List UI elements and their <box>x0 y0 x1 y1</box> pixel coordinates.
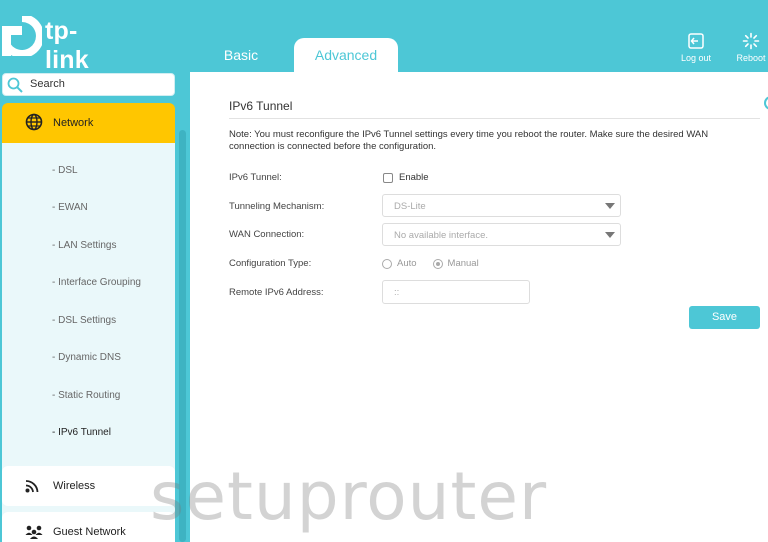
globe-icon <box>25 113 43 131</box>
save-button[interactable]: Save <box>689 306 760 329</box>
sidebar-item-label: Guest Network <box>53 526 126 538</box>
remote-ipv6-label: Remote IPv6 Address: <box>229 287 324 298</box>
configuration-type-label: Configuration Type: <box>229 258 312 269</box>
reboot-label: Reboot <box>736 53 766 63</box>
sidebar-item-ewan[interactable]: - EWAN <box>52 202 88 213</box>
tab-basic[interactable]: Basic <box>200 38 282 72</box>
tp-link-logo[interactable]: tp-link <box>2 16 112 74</box>
sidebar-item-label: Network <box>53 117 94 129</box>
logout-button[interactable]: Log out <box>673 32 719 63</box>
reboot-button[interactable]: Reboot <box>728 32 768 63</box>
sidebar-item-interface-grouping[interactable]: - Interface Grouping <box>52 277 141 288</box>
remote-ipv6-input[interactable]: :: <box>382 280 530 304</box>
sidebar-item-dsl[interactable]: - DSL <box>52 165 78 176</box>
search-placeholder: Search <box>30 78 65 90</box>
auto-label: Auto <box>397 258 417 269</box>
wifi-icon <box>25 480 39 493</box>
page-title: IPv6 Tunnel <box>229 99 293 113</box>
sidebar-item-label: Wireless <box>53 480 96 492</box>
wan-connection-value: No available interface. <box>394 230 488 241</box>
sidebar-item-network[interactable]: Network <box>2 103 175 143</box>
manual-label: Manual <box>447 258 479 269</box>
chevron-down-icon <box>605 203 615 209</box>
logout-label: Log out <box>680 53 712 63</box>
search-icon <box>7 77 23 93</box>
sidebar-item-dynamic-dns[interactable]: - Dynamic DNS <box>52 352 121 363</box>
manual-radio[interactable] <box>432 258 443 269</box>
note-text: Note: You must reconfigure the IPv6 Tunn… <box>229 129 709 152</box>
checkbox-icon <box>383 172 393 183</box>
chevron-down-icon <box>605 232 615 238</box>
enable-checkbox[interactable]: Enable <box>383 172 429 183</box>
remote-ipv6-value: :: <box>394 287 400 298</box>
tab-advanced[interactable]: Advanced <box>294 38 398 72</box>
guest-users-icon <box>25 525 43 539</box>
sidebar-item-ipv6-tunnel[interactable]: - IPv6 Tunnel <box>52 427 111 438</box>
watermark-text: setuprouter <box>150 458 548 535</box>
sidebar-item-lan-settings[interactable]: - LAN Settings <box>52 240 116 251</box>
sidebar-item-dsl-settings[interactable]: - DSL Settings <box>52 315 116 326</box>
sidebar-item-static-routing[interactable]: - Static Routing <box>52 390 120 401</box>
reboot-icon <box>742 32 760 50</box>
search-input[interactable]: Search <box>2 73 175 96</box>
enable-label: Enable <box>399 172 429 183</box>
wan-connection-label: WAN Connection: <box>229 229 305 240</box>
tunneling-mechanism-select[interactable]: DS-Lite <box>382 194 621 217</box>
help-icon[interactable] <box>764 96 768 110</box>
logout-icon <box>688 33 704 49</box>
ipv6-tunnel-label: IPv6 Tunnel: <box>229 172 282 183</box>
configuration-type-radios: Auto Manual <box>382 258 479 269</box>
divider <box>229 118 760 119</box>
tunneling-mechanism-value: DS-Lite <box>394 201 426 212</box>
logo-text: tp-link <box>45 17 89 74</box>
tunneling-mechanism-label: Tunneling Mechanism: <box>229 201 325 212</box>
header: tp-link Basic Advanced Log out Reboot <box>0 0 768 74</box>
wan-connection-select[interactable]: No available interface. <box>382 223 621 246</box>
tp-link-logo-icon <box>2 16 42 56</box>
auto-radio[interactable] <box>382 258 392 269</box>
